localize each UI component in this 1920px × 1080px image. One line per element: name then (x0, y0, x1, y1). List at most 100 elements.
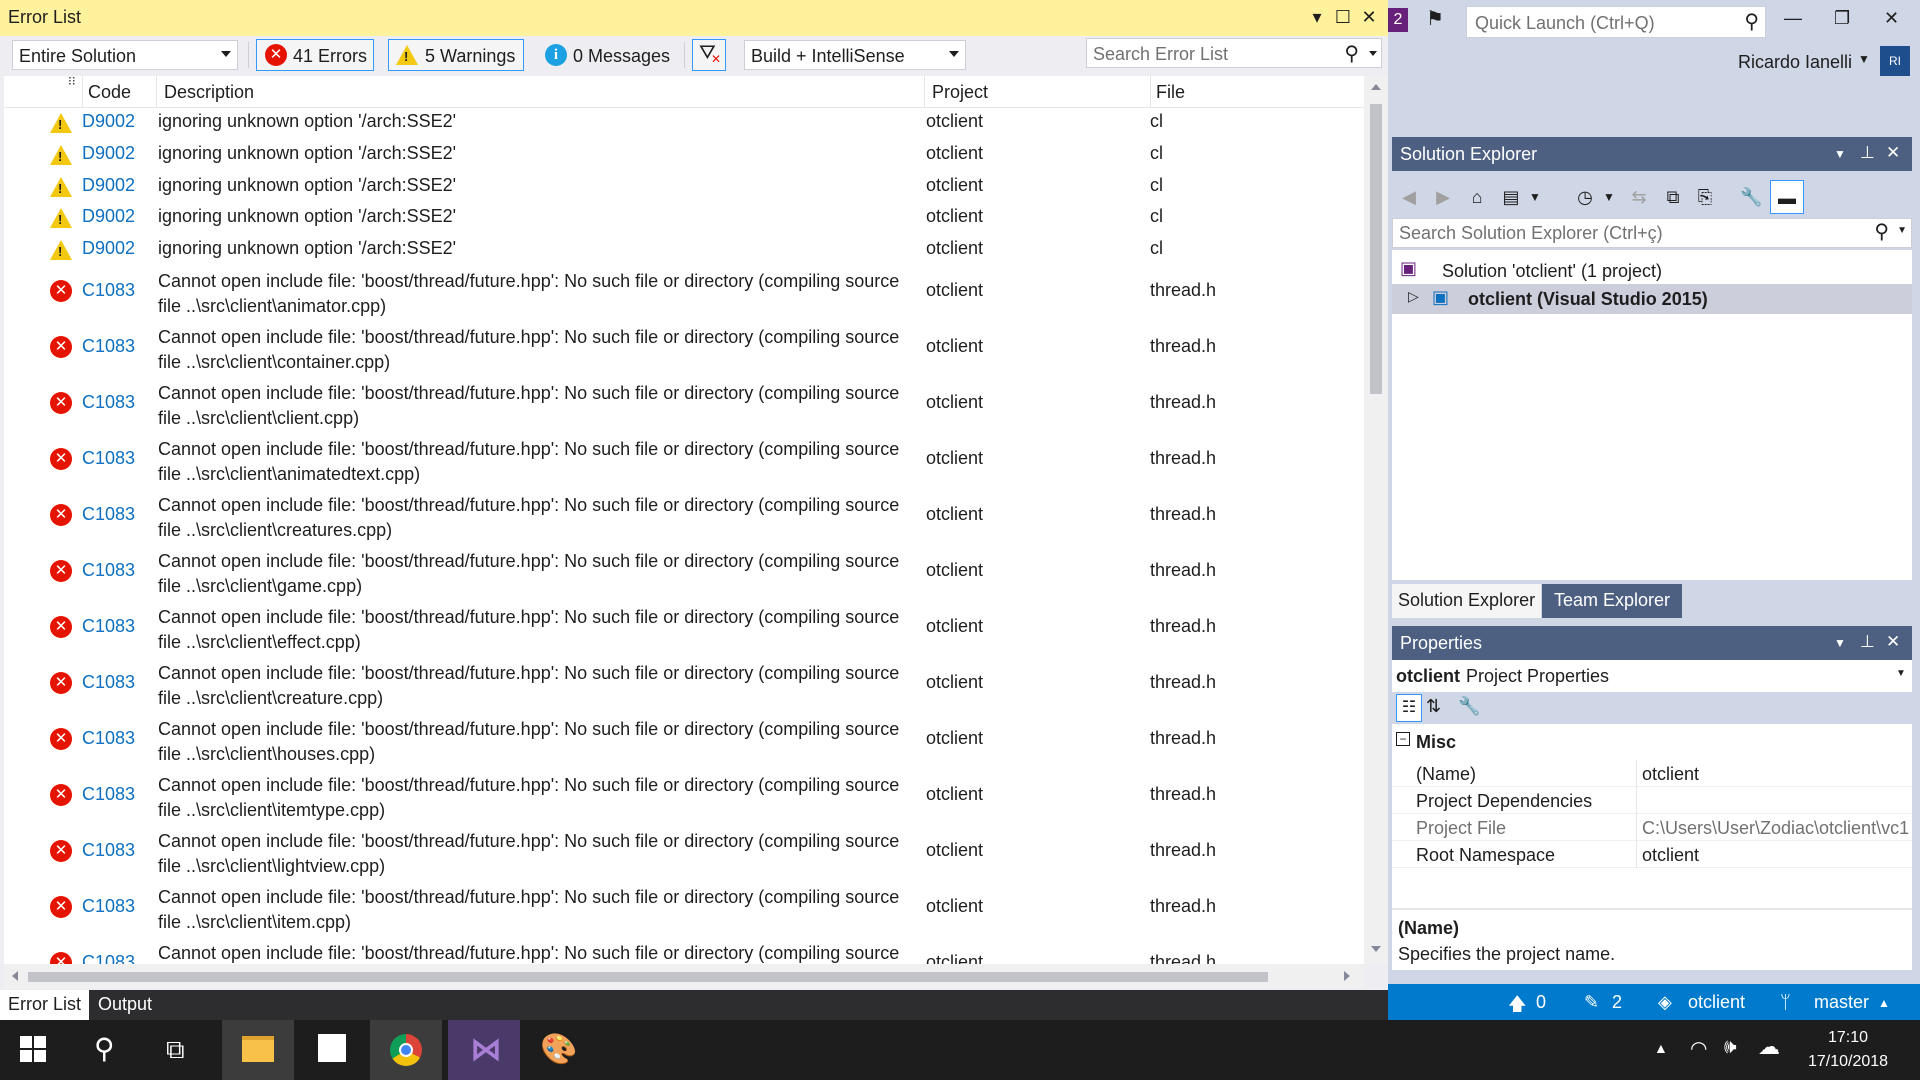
column-header-code[interactable]: Code (88, 82, 131, 103)
quick-launch-input[interactable]: Quick Launch (Ctrl+Q) ⚲ (1466, 6, 1766, 38)
table-row[interactable]: ✕ C1083 Cannot open include file: 'boost/t… (4, 770, 1364, 826)
column-divider[interactable] (82, 76, 83, 108)
collapse-all-icon[interactable]: ⧉ (1662, 186, 1684, 208)
table-row[interactable]: ✕ C1083 Cannot open include file: 'boost/t… (4, 322, 1364, 378)
chevron-down-icon[interactable]: ▾ (1304, 4, 1330, 30)
horizontal-scroll-thumb[interactable] (28, 972, 1268, 982)
task-view-button[interactable]: ⧉ (144, 1020, 216, 1080)
table-row[interactable]: D9002 ignoring unknown option '/arch:SSE2… (4, 140, 1364, 172)
wrench-icon[interactable]: 🔧 (1458, 696, 1480, 717)
scroll-left-icon[interactable] (12, 971, 18, 981)
error-code-link[interactable]: D9002 (82, 206, 135, 227)
divider[interactable] (1392, 908, 1912, 910)
tab-solution-explorer[interactable]: Solution Explorer (1392, 584, 1542, 618)
column-header-project[interactable]: Project (932, 82, 988, 103)
changes-count[interactable]: 2 (1612, 992, 1622, 1013)
error-code-link[interactable]: C1083 (82, 280, 135, 301)
collapse-icon[interactable]: − (1396, 732, 1410, 746)
table-row[interactable]: ✕ C1083 Cannot open include file: 'boost/t… (4, 546, 1364, 602)
preview-icon[interactable]: ▬ (1770, 180, 1804, 214)
show-all-files-icon[interactable]: ⎘ (1694, 186, 1716, 208)
table-row[interactable]: ✕ C1083 Cannot open include file: 'boost/t… (4, 938, 1364, 964)
store-button[interactable] (296, 1020, 368, 1080)
table-row[interactable]: ✕ C1083 Cannot open include file: 'boost/t… (4, 658, 1364, 714)
build-filter-dropdown[interactable]: Build + IntelliSense (744, 40, 966, 70)
table-row[interactable]: D9002 ignoring unknown option '/arch:SSE2… (4, 203, 1364, 235)
chevron-down-icon[interactable]: ▼ (1834, 147, 1846, 161)
scroll-up-icon[interactable] (1371, 84, 1381, 90)
tab-error-list[interactable]: Error List (0, 990, 90, 1020)
vertical-scroll-thumb[interactable] (1370, 104, 1382, 394)
pin-icon[interactable]: ⊥ (1860, 632, 1875, 652)
start-button[interactable] (0, 1020, 72, 1080)
tree-item-solution[interactable]: ▣ Solution 'otclient' (1 project) (1392, 256, 1912, 286)
error-code-link[interactable]: C1083 (82, 672, 135, 693)
tree-item-project[interactable]: ▷ ▣ otclient (Visual Studio 2015) (1392, 284, 1912, 314)
error-code-link[interactable]: C1083 (82, 728, 135, 749)
unpushed-count[interactable]: 0 (1536, 992, 1546, 1013)
error-code-link[interactable]: C1083 (82, 952, 135, 964)
table-row[interactable]: D9002 ignoring unknown option '/arch:SSE2… (4, 235, 1364, 267)
tab-output[interactable]: Output (90, 990, 160, 1020)
messages-filter-button[interactable]: i 0 Messages (536, 39, 674, 71)
home-icon[interactable]: ⌂ (1466, 186, 1488, 208)
notification-badge[interactable]: 2 (1388, 8, 1408, 32)
switch-views-icon[interactable]: ▤ (1500, 186, 1522, 208)
search-icon[interactable]: ⚲ (1744, 9, 1759, 34)
chevron-up-icon[interactable]: ▲ (1878, 996, 1890, 1010)
chevron-down-icon[interactable]: ▼ (1598, 186, 1620, 208)
chevron-down-icon[interactable] (1369, 51, 1377, 56)
property-row[interactable]: Project File C:\Users\User\Zodiac\otclien… (1392, 814, 1912, 841)
solution-explorer-search-input[interactable]: Search Solution Explorer (Ctrl+ç) ⚲ ▼ (1392, 218, 1912, 248)
table-row[interactable]: ✕ C1083 Cannot open include file: 'boost/t… (4, 882, 1364, 938)
chevron-down-icon[interactable]: ▼ (1896, 668, 1906, 679)
close-icon[interactable]: ✕ (1356, 4, 1382, 30)
error-list-search-box[interactable]: Search Error List ⚲ (1086, 38, 1382, 68)
column-header-description[interactable]: Description (164, 82, 254, 103)
pending-changes-icon[interactable]: ◷ (1574, 186, 1596, 208)
close-icon[interactable]: ✕ (1886, 143, 1900, 163)
solution-explorer-title-bar[interactable]: Solution Explorer ▼ ⊥ ✕ (1392, 137, 1912, 171)
property-value[interactable]: otclient (1642, 764, 1699, 785)
properties-object-selector[interactable]: otclient Project Properties ▼ (1392, 660, 1912, 690)
table-row[interactable]: ✕ C1083 Cannot open include file: 'boost/t… (4, 434, 1364, 490)
table-row[interactable]: D9002 ignoring unknown option '/arch:SSE2… (4, 172, 1364, 204)
sort-icon[interactable]: ⁝⁝ (68, 76, 76, 88)
pin-icon[interactable]: ⊥ (1860, 143, 1875, 163)
scroll-down-icon[interactable] (1371, 946, 1381, 952)
file-explorer-button[interactable] (222, 1020, 294, 1080)
chevron-down-icon[interactable]: ▼ (1524, 186, 1546, 208)
warnings-filter-button[interactable]: 5 Warnings (388, 39, 524, 71)
branch-icon[interactable]: ᛘ (1780, 992, 1791, 1013)
paint-button[interactable]: 🎨 (520, 1020, 592, 1080)
column-header-file[interactable]: File (1156, 82, 1185, 103)
back-icon[interactable]: ◀ (1398, 186, 1420, 208)
wrench-icon[interactable]: 🔧 (1740, 186, 1762, 208)
property-value[interactable]: otclient (1642, 845, 1699, 866)
filter-toggle-button[interactable]: ⛛ ✕ (692, 39, 726, 71)
forward-icon[interactable]: ▶ (1432, 186, 1454, 208)
error-code-link[interactable]: C1083 (82, 336, 135, 357)
error-code-link[interactable]: D9002 (82, 143, 135, 164)
property-row[interactable]: Root Namespace otclient (1392, 841, 1912, 868)
branch-name[interactable]: master (1814, 992, 1869, 1013)
table-row[interactable]: ✕ C1083 Cannot open include file: 'boost/t… (4, 826, 1364, 882)
properties-category[interactable]: − Misc (1392, 728, 1912, 756)
error-code-link[interactable]: C1083 (82, 560, 135, 581)
pencil-icon[interactable]: ✎ (1584, 992, 1599, 1013)
publish-icon[interactable]: 🡅 (1508, 992, 1527, 1022)
error-code-link[interactable]: D9002 (82, 238, 135, 259)
chevron-up-icon[interactable]: ▲ (1654, 1040, 1668, 1056)
error-code-link[interactable]: C1083 (82, 896, 135, 917)
alphabetical-icon[interactable]: ⇅ (1426, 696, 1441, 717)
error-code-link[interactable]: D9002 (82, 175, 135, 196)
properties-title-bar[interactable]: Properties ▼ ⊥ ✕ (1392, 626, 1912, 660)
errors-filter-button[interactable]: ✕ 41 Errors (256, 39, 374, 71)
chevron-down-icon[interactable]: ▼ (1834, 636, 1846, 650)
search-button[interactable]: ⚲ (72, 1020, 144, 1080)
repo-name[interactable]: otclient (1688, 992, 1745, 1013)
search-icon[interactable]: ⚲ (1344, 41, 1359, 66)
cloud-upload-icon[interactable]: ☁ (1758, 1034, 1780, 1060)
chevron-down-icon[interactable]: ▼ (1897, 225, 1907, 236)
scroll-right-icon[interactable] (1344, 971, 1350, 981)
